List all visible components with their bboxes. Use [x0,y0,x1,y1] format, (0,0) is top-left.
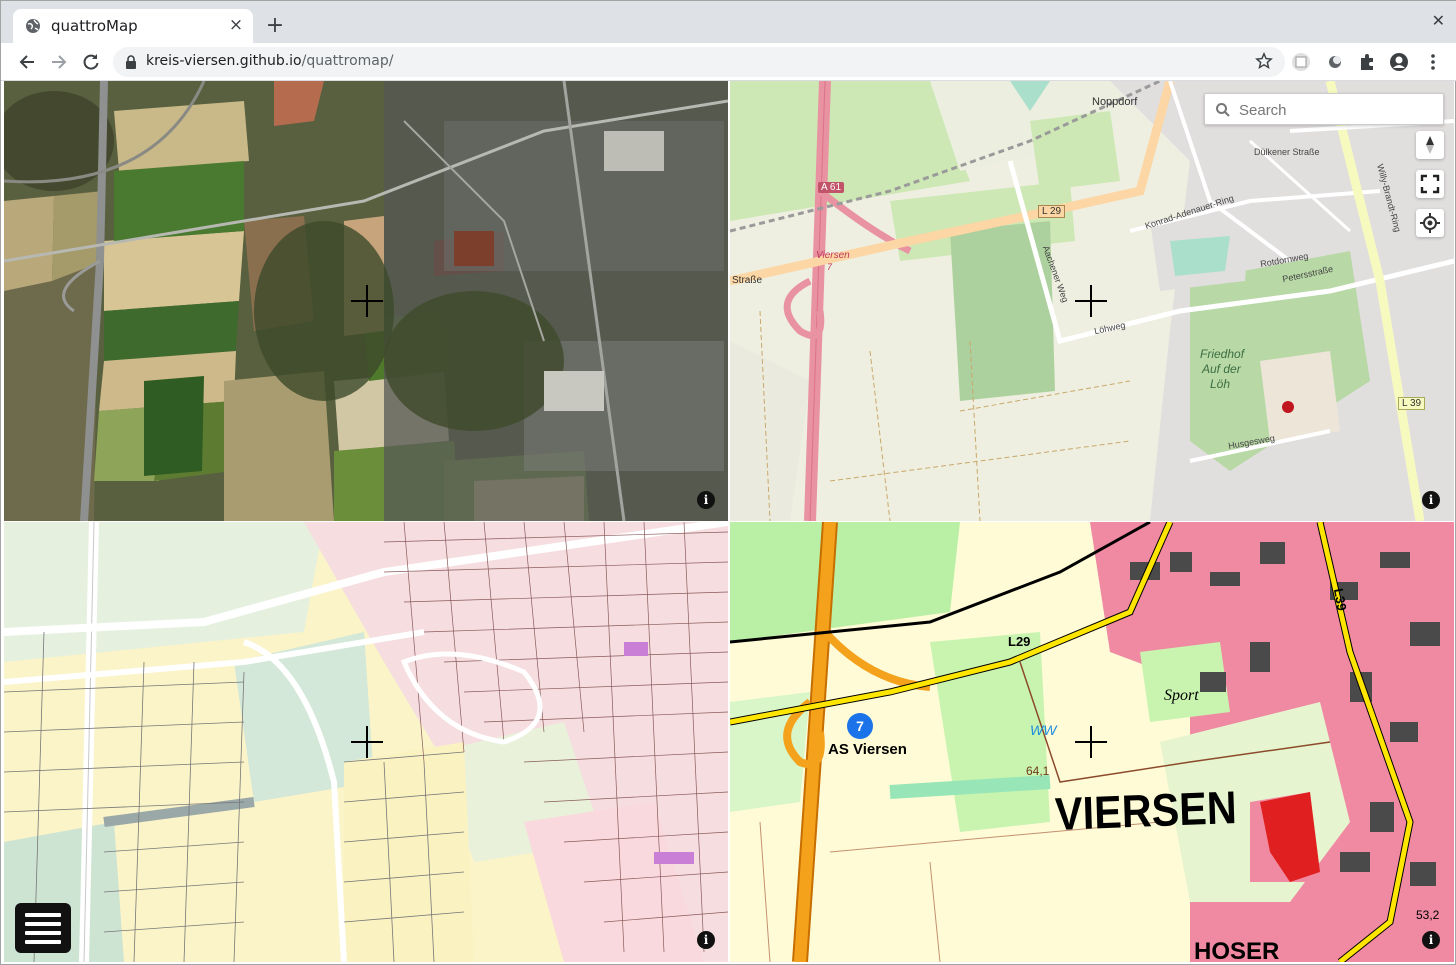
geolocate-icon [1420,213,1440,233]
label-exit-number: 7 [827,262,833,272]
label-hoser: HOSER [1194,938,1280,962]
search-input[interactable] [1239,98,1439,122]
browser-toolbar: kreis-viersen.github.io/quattromap/ [1,43,1456,81]
center-crosshair [1075,285,1107,317]
map-pane-aerial[interactable]: i [4,81,728,521]
star-icon[interactable] [1255,52,1273,70]
arrow-left-icon[interactable] [17,52,37,72]
tab-strip: quattroMap × + ✕ [1,1,1456,43]
label-a61: A 61 [818,182,845,193]
label-l39: L 39 [1398,397,1426,410]
center-crosshair [351,285,383,317]
fullscreen-icon [1420,174,1440,194]
label-height-64: 64,1 [1026,764,1050,778]
window-close-button[interactable]: ✕ [1432,11,1445,30]
tab-close-icon[interactable]: × [227,16,245,34]
label-sport: Sport [1164,687,1199,704]
label-viersen-town: VIERSEN [1054,780,1238,840]
label-noppdorf: Noppdorf [1092,96,1138,108]
new-tab-button[interactable]: + [263,15,287,39]
arrow-right-icon[interactable] [49,52,69,72]
label-friedhof: Friedhof [1200,347,1245,361]
compass-button[interactable] [1416,131,1444,159]
menu-bar [25,940,61,944]
tab-quattromap[interactable]: quattroMap × [13,9,253,43]
hamburger-menu-button[interactable] [15,903,71,953]
globe-icon [26,19,40,33]
compass-icon [1426,136,1434,154]
menu-bar [25,922,61,926]
kebab-menu-icon[interactable] [1423,52,1443,72]
label-ww: WW [1030,722,1057,738]
extension-icon-2[interactable] [1325,52,1345,72]
info-icon[interactable]: i [1422,491,1440,509]
label-loeh: Löh [1210,377,1231,391]
info-icon[interactable]: i [1422,931,1440,949]
menu-bar [25,931,61,935]
label-l29: L29 [1008,634,1031,649]
info-icon[interactable]: i [697,931,715,949]
label-dulkener: Dülkener Straße [1254,147,1320,157]
label-auf-der: Auf der [1202,362,1241,376]
geolocate-button[interactable] [1416,209,1444,237]
reload-icon[interactable] [81,52,101,72]
label-as-viersen: AS Viersen [828,741,907,758]
tab-title: quattroMap [51,17,138,35]
browser-window: quattroMap × + ✕ kreis-viersen.github.io… [0,0,1456,965]
label-l29: L 29 [1038,205,1066,218]
lock-icon [126,55,136,69]
label-strasse: Straße [732,275,763,286]
map-pane-osm[interactable]: Noppdorf A 61 L 29 Viersen 7 Straße Frie… [730,81,1454,521]
menu-bar [25,913,61,917]
map-pane-cadastre[interactable]: i [4,522,728,962]
puzzle-icon[interactable] [1357,52,1377,72]
address-bar[interactable]: kreis-viersen.github.io/quattromap/ [113,47,1285,77]
search-icon [1216,103,1230,117]
label-height-53: 53,2 [1416,908,1440,922]
fullscreen-button[interactable] [1416,170,1444,198]
avatar-icon[interactable] [1389,52,1409,72]
search-box[interactable] [1204,93,1444,125]
label-viersen-exit: Viersen [816,250,850,261]
center-crosshair [351,726,383,758]
extension-icon[interactable] [1291,52,1311,72]
info-icon[interactable]: i [697,491,715,509]
center-crosshair [1075,726,1107,758]
url-text: kreis-viersen.github.io/quattromap/ [146,53,394,69]
map-pane-topographic[interactable]: VIERSEN AS Viersen 7 L29 L39 Sport WW 64… [730,522,1454,962]
label-exit-seven: 7 [847,713,873,739]
